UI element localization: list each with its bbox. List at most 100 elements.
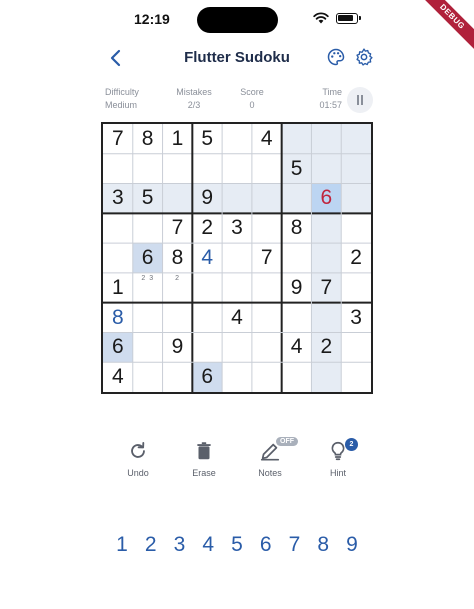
board-cell[interactable]: 2	[192, 213, 222, 243]
board-cell[interactable]: 3	[222, 213, 252, 243]
board-cell[interactable]	[341, 332, 371, 362]
board-cell[interactable]	[222, 332, 252, 362]
board-cell[interactable]: 7	[163, 213, 193, 243]
board-cell[interactable]	[251, 183, 282, 214]
board-cell[interactable]	[163, 154, 193, 184]
board-cell[interactable]	[252, 154, 282, 184]
board-cell[interactable]: 9	[192, 183, 223, 214]
board-cell[interactable]	[222, 154, 252, 184]
board-cell[interactable]: 2	[311, 332, 342, 363]
board-cell[interactable]	[103, 243, 133, 273]
board-cell[interactable]	[133, 213, 163, 243]
undo-button[interactable]: Undo	[110, 440, 166, 478]
board-cell[interactable]: 5	[132, 183, 163, 214]
number-key-2[interactable]: 2	[139, 530, 163, 560]
board-cell[interactable]	[281, 124, 312, 154]
board-cell[interactable]	[311, 124, 342, 154]
page-title: Flutter Sudoku	[184, 49, 290, 66]
board-cell[interactable]	[192, 303, 222, 333]
board-cell[interactable]: 8	[133, 124, 163, 154]
gear-icon[interactable]	[354, 47, 374, 67]
board-cell[interactable]: 1	[103, 273, 133, 303]
board-cell[interactable]: 8	[282, 213, 312, 243]
board-cell[interactable]	[103, 154, 133, 184]
board-cell[interactable]	[341, 183, 371, 214]
notes-button[interactable]: OFF Notes	[242, 437, 298, 478]
board-cell[interactable]	[311, 302, 342, 333]
number-key-5[interactable]: 5	[225, 530, 249, 560]
board-cell[interactable]	[222, 362, 252, 392]
board-cell[interactable]: 7	[103, 124, 133, 154]
board-cell[interactable]	[133, 303, 163, 333]
erase-button[interactable]: Erase	[176, 440, 232, 478]
number-key-9[interactable]: 9	[340, 530, 364, 560]
board-cell[interactable]: 6	[103, 332, 133, 363]
board-cell[interactable]	[163, 303, 193, 333]
board-cell[interactable]: 8	[163, 243, 193, 273]
board-cell[interactable]	[103, 213, 133, 243]
board-cell[interactable]	[341, 362, 371, 392]
board-cell[interactable]	[222, 183, 252, 214]
board-cell[interactable]: 6	[192, 362, 223, 392]
board-cell[interactable]: 8	[103, 303, 133, 333]
board-cell[interactable]: 9	[282, 273, 312, 303]
board-cell[interactable]	[133, 332, 163, 362]
board-cell[interactable]: 4	[103, 362, 133, 392]
number-key-1[interactable]: 1	[110, 530, 134, 560]
board-cell[interactable]: 6	[311, 183, 342, 214]
board-cell[interactable]: 5	[281, 153, 312, 184]
board-cell[interactable]: 9	[163, 332, 193, 362]
board-cell[interactable]: 2 3	[133, 273, 163, 303]
board-cell[interactable]	[222, 273, 252, 303]
board-cell[interactable]	[281, 183, 312, 214]
board-cell[interactable]	[311, 362, 342, 392]
board-cell[interactable]	[252, 362, 282, 392]
board-cell[interactable]	[341, 273, 371, 303]
board-cell[interactable]: 1	[163, 124, 193, 154]
board-cell[interactable]	[192, 154, 222, 184]
hint-button[interactable]: 2 Hint	[310, 438, 366, 478]
number-key-8[interactable]: 8	[311, 530, 335, 560]
board-cell[interactable]	[162, 183, 193, 214]
board-cell[interactable]	[222, 243, 252, 273]
board-cell[interactable]: 4	[252, 124, 282, 154]
board-cell[interactable]	[341, 213, 371, 243]
board-cell[interactable]	[133, 154, 163, 184]
palette-icon[interactable]	[326, 47, 346, 67]
board-cell[interactable]	[341, 124, 371, 154]
board-cell[interactable]: 4	[282, 332, 312, 362]
board-cell[interactable]	[311, 213, 342, 244]
board-cell[interactable]	[192, 332, 222, 362]
board-cell[interactable]	[311, 153, 342, 184]
cell-value: 7	[112, 126, 124, 150]
board-cell[interactable]	[311, 243, 342, 273]
board-cell[interactable]: 7	[311, 272, 342, 303]
board-cell[interactable]	[282, 243, 312, 273]
board-cell[interactable]	[282, 362, 312, 392]
board-cell[interactable]	[163, 362, 193, 392]
board-cell[interactable]: 7	[252, 243, 282, 273]
board-cell[interactable]: 4	[192, 243, 222, 273]
number-key-6[interactable]: 6	[254, 530, 278, 560]
board-cell[interactable]	[133, 362, 163, 392]
board-cell[interactable]	[341, 153, 371, 184]
board-cell[interactable]	[282, 303, 312, 333]
board-cell[interactable]: 2	[341, 243, 371, 273]
board-cell[interactable]	[222, 124, 252, 154]
board-cell[interactable]	[252, 273, 282, 303]
board-cell[interactable]: 3	[341, 303, 371, 333]
board-cell[interactable]: 5	[192, 124, 222, 154]
tool-bar: Undo Erase OFF Notes 2 Hint	[102, 437, 374, 490]
board-cell[interactable]	[192, 273, 222, 303]
board-cell[interactable]: 4	[222, 303, 252, 333]
board-cell[interactable]: 3	[103, 183, 133, 214]
board-cell[interactable]: 2	[163, 273, 193, 303]
board-cell[interactable]	[252, 303, 282, 333]
board-cell[interactable]	[252, 332, 282, 362]
board-cell[interactable]: 6	[132, 243, 163, 273]
number-key-4[interactable]: 4	[196, 530, 220, 560]
board-cell[interactable]	[252, 213, 282, 243]
number-key-7[interactable]: 7	[283, 530, 307, 560]
number-key-3[interactable]: 3	[168, 530, 192, 560]
pause-button[interactable]	[347, 87, 373, 113]
